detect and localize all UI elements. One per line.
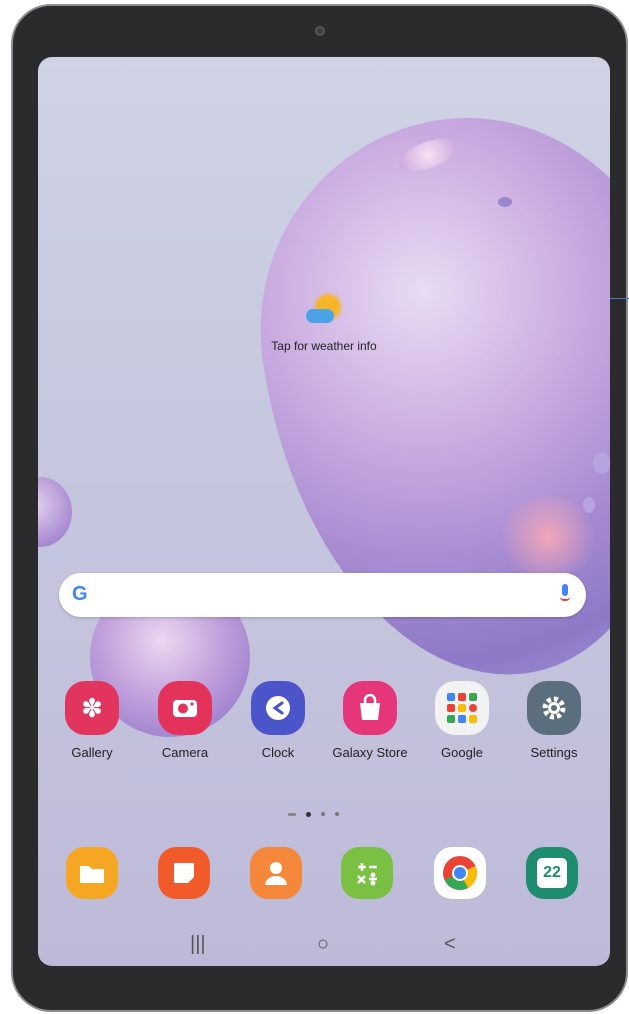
home-button[interactable]: ○ [317, 933, 329, 956]
app-camera[interactable]: Camera [139, 681, 231, 760]
clock-icon [251, 681, 305, 735]
home-page-dot [288, 812, 296, 816]
notes-icon[interactable] [158, 847, 210, 899]
chrome-icon[interactable] [434, 847, 486, 899]
weather-widget[interactable]: Tap for weather info [257, 295, 391, 353]
wallpaper-droplet [498, 197, 512, 207]
wallpaper-bubble-small [38, 477, 72, 547]
flower-icon: ✽ [65, 681, 119, 735]
calendar-icon[interactable]: 22 [526, 847, 578, 899]
page-dot [335, 812, 339, 816]
page-dot [321, 812, 325, 816]
callout-line [610, 298, 629, 299]
navigation-bar: ||| ○ < [38, 923, 610, 966]
app-google-folder[interactable]: Google [416, 681, 508, 760]
app-label: Camera [161, 745, 209, 760]
app-label: Galaxy Store [332, 745, 408, 760]
weather-label: Tap for weather info [271, 339, 377, 353]
app-galaxy-store[interactable]: Galaxy Store [324, 681, 416, 760]
home-screen: Tap for weather info G ✽ Gallery Camera … [38, 57, 610, 966]
google-logo: G [72, 583, 88, 605]
gear-icon [527, 681, 581, 735]
app-settings[interactable]: Settings [508, 681, 600, 760]
wallpaper-droplet [593, 452, 610, 474]
front-camera [315, 26, 325, 36]
app-clock[interactable]: Clock [232, 681, 324, 760]
app-label: Settings [530, 745, 578, 760]
back-button[interactable]: < [444, 933, 456, 956]
shopping-bag-icon [343, 681, 397, 735]
page-indicator [288, 808, 339, 820]
contacts-icon[interactable] [250, 847, 302, 899]
app-label: Google [441, 745, 483, 760]
recents-button[interactable]: ||| [190, 933, 206, 956]
folder-icon[interactable] [66, 847, 118, 899]
google-search-bar[interactable]: G [59, 573, 586, 617]
wallpaper-droplet [583, 497, 595, 513]
app-label: Gallery [71, 745, 113, 760]
camera-icon [158, 681, 212, 735]
partly-sunny-icon [304, 295, 344, 331]
google-folder-icon [435, 681, 489, 735]
calculator-icon[interactable] [341, 847, 393, 899]
app-label: Clock [261, 745, 295, 760]
page-dot-active [306, 811, 311, 817]
app-gallery[interactable]: ✽ Gallery [46, 681, 138, 760]
mic-icon[interactable] [560, 584, 570, 604]
calendar-date: 22 [537, 858, 567, 888]
